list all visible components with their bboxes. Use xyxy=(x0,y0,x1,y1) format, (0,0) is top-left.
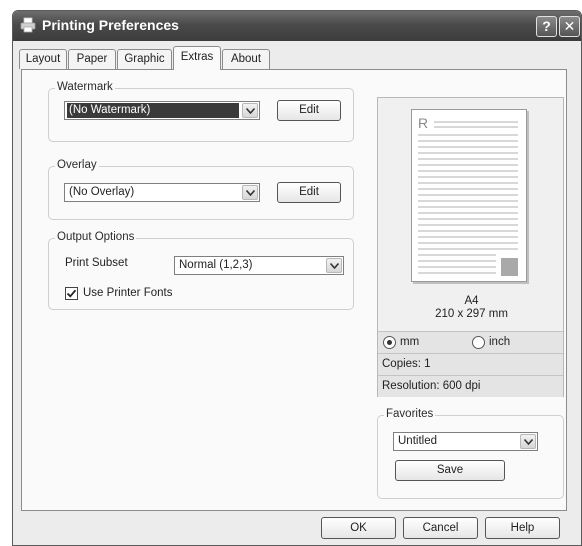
chevron-down-icon[interactable] xyxy=(242,185,258,200)
chevron-down-icon[interactable] xyxy=(520,434,536,449)
tab-graphic[interactable]: Graphic xyxy=(117,49,172,69)
paper-size: 210 x 297 mm xyxy=(435,308,508,320)
watermark-select-value: (No Watermark) xyxy=(67,103,239,118)
tab-paper[interactable]: Paper xyxy=(68,49,116,69)
printing-preferences-window: Printing Preferences ? ✕ Layout Paper Gr… xyxy=(12,10,582,546)
watermark-group-label: Watermark xyxy=(55,81,115,93)
overlay-select-value: (No Overlay) xyxy=(69,186,135,198)
cancel-button[interactable]: Cancel xyxy=(403,517,478,539)
unit-inch-radio[interactable] xyxy=(472,336,485,349)
chevron-down-icon[interactable] xyxy=(242,103,258,118)
favorites-group: Favorites Untitled Save xyxy=(377,408,564,499)
watermark-edit-button[interactable]: Edit xyxy=(277,100,341,121)
extras-panel: Watermark (No Watermark) Edit Overlay (N… xyxy=(21,69,567,511)
ok-button[interactable]: OK xyxy=(321,517,396,539)
copies-row: Copies: 1 xyxy=(378,353,563,375)
watermark-select[interactable]: (No Watermark) xyxy=(64,101,260,120)
overlay-group-label: Overlay xyxy=(55,159,99,171)
page-preview: R xyxy=(411,109,527,282)
resolution-row: Resolution: 600 dpi xyxy=(378,375,563,397)
tab-about[interactable]: About xyxy=(222,49,270,69)
page-image-block xyxy=(501,258,518,276)
overlay-select[interactable]: (No Overlay) xyxy=(64,183,260,202)
output-options-group-label: Output Options xyxy=(55,231,137,243)
title-help-button[interactable]: ? xyxy=(536,16,557,37)
tab-layout[interactable]: Layout xyxy=(19,49,67,69)
favorites-select[interactable]: Untitled xyxy=(393,432,538,451)
unit-inch-label: inch xyxy=(489,336,511,348)
printer-icon xyxy=(20,17,36,33)
output-options-group: Output Options Print Subset Normal (1,2,… xyxy=(48,231,354,310)
tab-extras[interactable]: Extras xyxy=(173,46,221,70)
checkmark-icon xyxy=(66,289,77,298)
favorites-select-value: Untitled xyxy=(398,435,437,447)
print-subset-select[interactable]: Normal (1,2,3) xyxy=(174,256,344,275)
title-close-button[interactable]: ✕ xyxy=(559,16,580,37)
print-subset-value: Normal (1,2,3) xyxy=(179,259,253,271)
overlay-group: Overlay (No Overlay) Edit xyxy=(48,159,354,220)
favorites-group-label: Favorites xyxy=(384,408,436,420)
use-printer-fonts-checkbox[interactable] xyxy=(65,287,78,300)
window-title: Printing Preferences xyxy=(42,17,179,33)
unit-mm-label: mm xyxy=(400,336,420,348)
copies-text: Copies: 1 xyxy=(382,358,431,370)
watermark-group: Watermark (No Watermark) Edit xyxy=(48,81,354,142)
overlay-edit-button[interactable]: Edit xyxy=(277,182,341,203)
units-row: mm inch xyxy=(378,331,563,353)
favorites-save-button[interactable]: Save xyxy=(395,460,505,481)
chevron-down-icon[interactable] xyxy=(326,258,342,273)
page-preview-box: R A4 210 x 297 mm mm inch Copies: 1 Reso… xyxy=(377,97,564,397)
unit-mm-radio[interactable] xyxy=(383,336,396,349)
title-bar[interactable]: Printing Preferences ? ✕ xyxy=(13,11,581,41)
paper-name: A4 xyxy=(464,295,479,307)
resolution-text: Resolution: 600 dpi xyxy=(382,380,481,392)
print-subset-label: Print Subset xyxy=(65,257,128,269)
use-printer-fonts-label: Use Printer Fonts xyxy=(83,287,173,299)
help-button[interactable]: Help xyxy=(485,517,560,539)
